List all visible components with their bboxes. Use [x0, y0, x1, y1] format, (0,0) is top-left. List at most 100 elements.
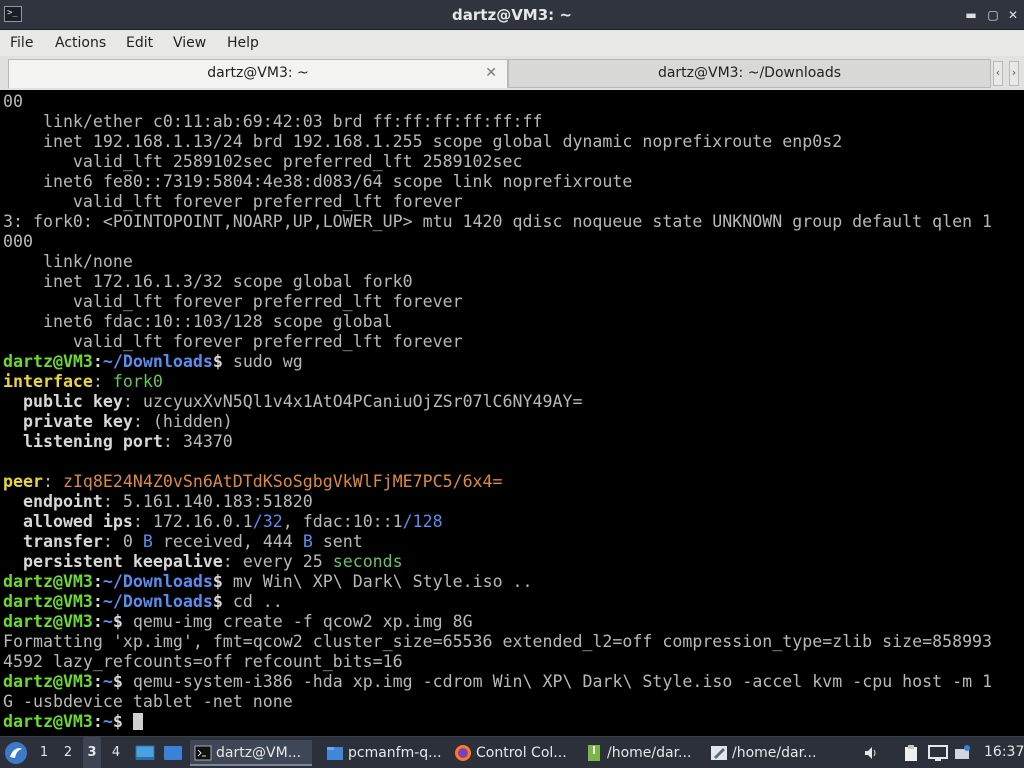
prompt-user: dartz@VM3 [3, 672, 93, 691]
prompt-path: ~ [102, 712, 113, 731]
prompt-user: dartz@VM3 [3, 592, 93, 611]
wg-allowed-ip-mask: /32 [252, 512, 283, 531]
menu-file[interactable]: File [10, 30, 33, 56]
menu-view[interactable]: View [173, 30, 206, 56]
wg-keepalive-unit: seconds [332, 552, 403, 571]
terminal-view[interactable]: 00 link/ether c0:11:ab:69:42:03 brd ff:f… [0, 90, 1024, 736]
tab-scroll-left-icon[interactable]: ‹ [993, 61, 1003, 86]
task-editor[interactable]: /home/dar... [706, 740, 830, 766]
show-desktop-icon[interactable] [135, 744, 155, 762]
task-label: pcmanfm-q... [348, 745, 442, 761]
task-firefox[interactable]: Control Col... [450, 740, 576, 766]
wg-public-key-label: public key [22, 392, 123, 411]
menu-edit[interactable]: Edit [126, 30, 153, 56]
menu-bar: File Actions Edit View Help [0, 30, 1024, 56]
workspace-4[interactable]: 4 [107, 737, 125, 768]
tab-close-icon[interactable]: ✕ [485, 60, 497, 87]
workspace-1[interactable]: 1 [35, 737, 53, 768]
folder-icon [326, 744, 344, 762]
wg-unit: B [142, 532, 153, 551]
command-text: cd .. [232, 592, 283, 611]
volume-icon[interactable] [862, 744, 880, 762]
wg-allowed-ip: fdac:10::1 [302, 512, 403, 531]
output-line: Formatting 'xp.img', fmt=qcow2 cluster_s… [3, 632, 993, 651]
task-pcmanfm[interactable]: pcmanfm-q... [322, 740, 444, 766]
task-label: /home/dar... [732, 745, 817, 761]
wg-endpoint-label: endpoint [22, 492, 103, 511]
command-text: G -usbdevice tablet -net none [3, 692, 293, 711]
network-icon[interactable] [954, 744, 972, 762]
output-line: 3: fork0: <POINTOPOINT,NOARP,UP,LOWER_UP… [3, 212, 993, 231]
output-line: 000 [3, 232, 33, 251]
wg-transfer-tx: 444 [262, 532, 293, 551]
firefox-icon [454, 744, 472, 762]
menu-actions[interactable]: Actions [55, 30, 106, 56]
wg-keepalive: every 25 [242, 552, 323, 571]
task-label: dartz@VM... [216, 745, 302, 761]
window-switch-icon[interactable] [163, 744, 182, 762]
wg-interface-label: interface [3, 372, 93, 391]
output-line: inet6 fe80::7319:5804:4e38:d083/64 scope… [3, 172, 633, 191]
tab-home[interactable]: dartz@VM3: ~ ✕ [8, 59, 508, 88]
display-icon[interactable] [928, 744, 948, 762]
task-terminal[interactable]: dartz@VM... [190, 740, 312, 766]
task-label: /home/dar... [607, 745, 692, 761]
clipboard-icon[interactable] [902, 744, 920, 762]
task-archive[interactable]: /home/dar... [581, 740, 705, 766]
prompt-line: dartz@VM3:~$ qemu-img create -f qcow2 xp… [3, 612, 473, 631]
workspace-3[interactable]: 3 [83, 737, 101, 768]
prompt-user: dartz@VM3 [3, 572, 93, 591]
terminal-cursor[interactable] [132, 713, 143, 730]
workspace-2[interactable]: 2 [59, 737, 77, 768]
wg-transfer-word: sent [322, 532, 363, 551]
terminal-output: 00 link/ether c0:11:ab:69:42:03 brd ff:f… [3, 92, 993, 731]
output-line: link/none [3, 252, 133, 271]
output-line: valid_lft forever preferred_lft forever [3, 292, 463, 311]
output-line: inet6 fdac:10::103/128 scope global [3, 312, 393, 331]
wg-private-key: (hidden) [152, 412, 233, 431]
output-line: valid_lft forever preferred_lft forever [3, 332, 463, 351]
minimize-icon[interactable]: ▬ [963, 7, 979, 23]
command-text: qemu-img create -f qcow2 xp.img 8G [132, 612, 473, 631]
prompt-user: dartz@VM3 [3, 612, 93, 631]
window-titlebar: >_ dartz@VM3: ~ ▬ ▢ ✕ [0, 0, 1024, 30]
text-editor-icon [710, 744, 728, 762]
task-label: Control Col... [476, 745, 567, 761]
wg-allowed-ip: 172.16.0.1 [152, 512, 253, 531]
output-line: valid_lft forever preferred_lft forever [3, 192, 463, 211]
maximize-icon[interactable]: ▢ [985, 7, 1001, 23]
menu-help[interactable]: Help [227, 30, 259, 56]
output-line: inet 192.168.1.13/24 brd 192.168.1.255 s… [3, 132, 843, 151]
prompt-path: ~/Downloads [102, 592, 213, 611]
command-text: sudo wg [232, 352, 303, 371]
prompt-line: dartz@VM3:~$ qemu-system-i386 -hda xp.im… [3, 672, 993, 691]
output-line: inet 172.16.1.3/32 scope global fork0 [3, 272, 413, 291]
prompt-user: dartz@VM3 [3, 352, 93, 371]
tab-bar: dartz@VM3: ~ ✕ dartz@VM3: ~/Downloads ‹ … [0, 56, 1024, 90]
wg-keepalive-label: persistent keepalive [22, 552, 223, 571]
output-line: 4592 lazy_refcounts=off refcount_bits=16 [3, 652, 403, 671]
wg-private-key-label: private key [22, 412, 133, 431]
prompt-line: dartz@VM3:~/Downloads$ cd .. [3, 592, 283, 611]
wg-transfer-label: transfer [22, 532, 103, 551]
wg-peer-key: zIq8E24N4Z0vSn6AtDTdKSoSgbgVkWlFjME7PC5/… [62, 472, 503, 491]
clock[interactable]: 16:37 [984, 737, 1024, 768]
wg-listening-port: 34370 [182, 432, 233, 451]
window-title: dartz@VM3: ~ [452, 6, 572, 24]
tab-downloads[interactable]: dartz@VM3: ~/Downloads [508, 59, 991, 88]
output-line: valid_lft 2589102sec preferred_lft 25891… [3, 152, 523, 171]
prompt-line: dartz@VM3:~$ [3, 712, 143, 731]
prompt-path: ~/Downloads [102, 572, 213, 591]
taskbar: 1 2 3 4 dartz@VM... pcmanfm-q... Control… [0, 736, 1024, 768]
wg-interface-name: fork0 [112, 372, 163, 391]
wg-transfer-rx: 0 [122, 532, 133, 551]
prompt-line: dartz@VM3:~/Downloads$ sudo wg [3, 352, 303, 371]
tab-label: dartz@VM3: ~/Downloads [657, 65, 842, 81]
wg-unit: B [302, 532, 313, 551]
prompt-path: ~ [102, 612, 113, 631]
start-menu-icon[interactable] [5, 742, 27, 764]
tab-scroll-right-icon[interactable]: › [1009, 61, 1019, 86]
close-icon[interactable]: ✕ [1005, 7, 1021, 23]
file-archive-icon [585, 744, 603, 762]
output-line: link/ether c0:11:ab:69:42:03 brd ff:ff:f… [3, 112, 543, 131]
